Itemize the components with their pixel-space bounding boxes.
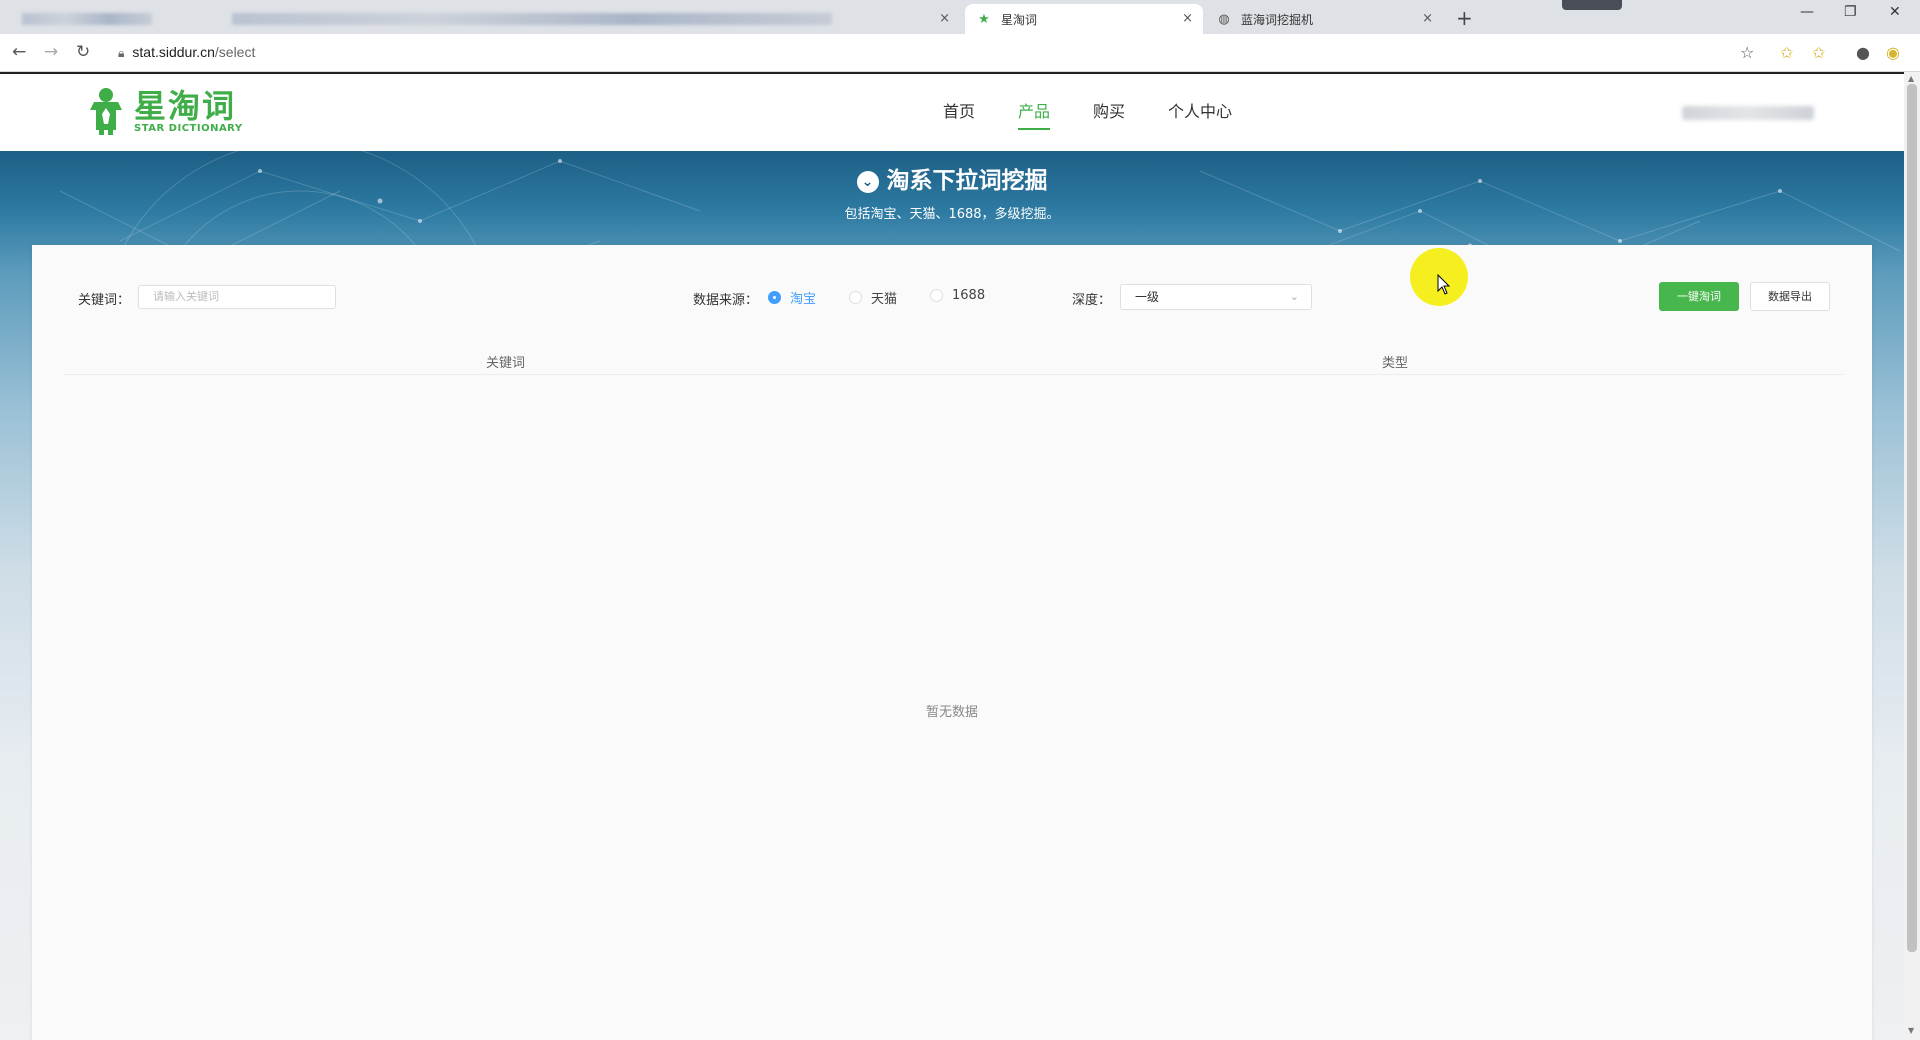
browser-tab-inactive[interactable]: ◍ 蓝海词挖掘机 ×	[1205, 4, 1443, 34]
tool-card: 关键词： 请输入关键词 数据来源： 淘宝 天猫 1688 深度： 一级 ⌄ 一键…	[32, 245, 1872, 1040]
logo-subtitle: STAR DICTIONARY	[134, 122, 243, 134]
close-icon[interactable]: ×	[1182, 11, 1193, 26]
page-viewport: 星淘词 STAR DICTIONARY 首页 产品 购买 个人中心 ⌄ 淘系下拉…	[0, 72, 1904, 1040]
minimize-icon[interactable]: —	[1800, 4, 1814, 20]
depth-select[interactable]: 一级 ⌄	[1120, 284, 1312, 310]
mascot-logo-icon	[90, 88, 122, 135]
extension-icon[interactable]: ◉	[1886, 43, 1900, 62]
banner-title: ⌄ 淘系下拉词挖掘	[0, 161, 1904, 195]
filter-bar: 关键词： 请输入关键词 数据来源： 淘宝 天猫 1688 深度： 一级 ⌄ 一键…	[32, 245, 1872, 335]
lock-icon: 🔒︎	[118, 46, 125, 60]
browser-tab-blurred-2[interactable]: ×	[210, 4, 960, 34]
star-favicon-icon: ★	[978, 11, 990, 27]
user-info-blurred[interactable]	[1682, 106, 1814, 120]
empty-state: 暂无数据	[925, 705, 978, 720]
url-host: stat.siddur.cn	[132, 44, 215, 60]
banner-subtitle: 包括淘宝、天猫、1688，多级挖掘。	[844, 207, 1060, 222]
export-data-button[interactable]: 数据导出	[1750, 282, 1830, 311]
nav-products[interactable]: 产品	[1018, 98, 1051, 130]
source-radio-1688[interactable]: 1688	[930, 288, 985, 303]
radio-label: 淘宝	[790, 292, 817, 307]
blurred-tab-title	[232, 13, 832, 25]
site-header: 星淘词 STAR DICTIONARY 首页 产品 购买 个人中心	[0, 72, 1904, 151]
browser-tab-bar: × ★ 星淘词 × ◍ 蓝海词挖掘机 × + — ❐ ✕	[0, 0, 1920, 34]
source-radio-tmall[interactable]: 天猫	[849, 288, 897, 307]
radio-dot[interactable]	[930, 289, 943, 302]
logo-title: 星淘词	[134, 86, 237, 125]
nav-user-center[interactable]: 个人中心	[1168, 98, 1232, 130]
banner-title-text: 淘系下拉词挖掘	[886, 168, 1048, 194]
site-logo[interactable]: 星淘词 STAR DICTIONARY	[86, 86, 243, 136]
keyword-input[interactable]: 请输入关键词	[138, 285, 336, 309]
nav-buy[interactable]: 购买	[1093, 98, 1125, 130]
keyword-label: 关键词：	[78, 293, 131, 308]
bookmark-star-icon[interactable]: ☆	[1740, 43, 1754, 62]
mine-keywords-button[interactable]: 一键淘词	[1659, 282, 1739, 311]
reload-icon[interactable]: ↻	[76, 42, 90, 62]
radio-label: 1688	[952, 288, 986, 303]
extension-star-icon[interactable]: ✩	[1780, 43, 1793, 62]
scroll-up-icon[interactable]: ▲	[1908, 74, 1914, 83]
column-header-type[interactable]: 类型	[1382, 352, 1408, 371]
extension-star-icon[interactable]: ✩	[1812, 43, 1825, 62]
scrollbar-thumb[interactable]	[1907, 84, 1917, 952]
table-header: 关键词 类型	[64, 345, 1844, 375]
back-icon[interactable]: ←	[12, 42, 26, 62]
depth-label: 深度：	[1072, 293, 1112, 308]
close-icon[interactable]: ×	[939, 11, 950, 26]
radio-label: 天猫	[871, 292, 898, 307]
main-nav: 首页 产品 购买 个人中心	[943, 98, 1275, 130]
column-header-keyword[interactable]: 关键词	[486, 352, 525, 371]
globe-favicon-icon: ◍	[1218, 11, 1230, 27]
tab-title: 星淘词	[1001, 12, 1038, 27]
radio-dot[interactable]	[849, 291, 862, 304]
account-icon[interactable]: ●	[1856, 43, 1870, 62]
close-icon[interactable]: ×	[1422, 11, 1433, 26]
new-tab-button[interactable]: +	[1456, 6, 1473, 30]
nav-home[interactable]: 首页	[943, 98, 975, 130]
radio-dot[interactable]	[768, 291, 781, 304]
address-bar[interactable]: 🔒︎ stat.siddur.cn/select	[118, 44, 255, 61]
mouse-pointer-icon	[1437, 274, 1451, 295]
page-scrollbar[interactable]: ▲ ▼	[1904, 72, 1920, 1040]
browser-tab-active[interactable]: ★ 星淘词 ×	[965, 4, 1203, 34]
source-label: 数据来源：	[693, 293, 759, 308]
url-path: /select	[214, 44, 256, 60]
browser-tab-blurred-1[interactable]	[10, 4, 210, 34]
depth-select-value: 一级	[1135, 290, 1160, 304]
profile-indicator	[1562, 0, 1622, 10]
tab-title: 蓝海词挖掘机	[1241, 12, 1314, 27]
source-radio-taobao[interactable]: 淘宝	[768, 288, 816, 307]
chevron-down-icon: ⌄	[1289, 290, 1299, 303]
blurred-tab-title	[22, 13, 152, 25]
chevron-down-icon: ⌄	[856, 171, 879, 193]
forward-icon[interactable]: →	[44, 42, 58, 62]
restore-icon[interactable]: ❐	[1844, 4, 1857, 20]
window-close-icon[interactable]: ✕	[1889, 4, 1901, 20]
browser-toolbar: ← → ↻ 🔒︎ stat.siddur.cn/select ☆ ✩ ✩ ● ◉	[0, 34, 1920, 72]
scroll-down-icon[interactable]: ▼	[1908, 1026, 1914, 1035]
